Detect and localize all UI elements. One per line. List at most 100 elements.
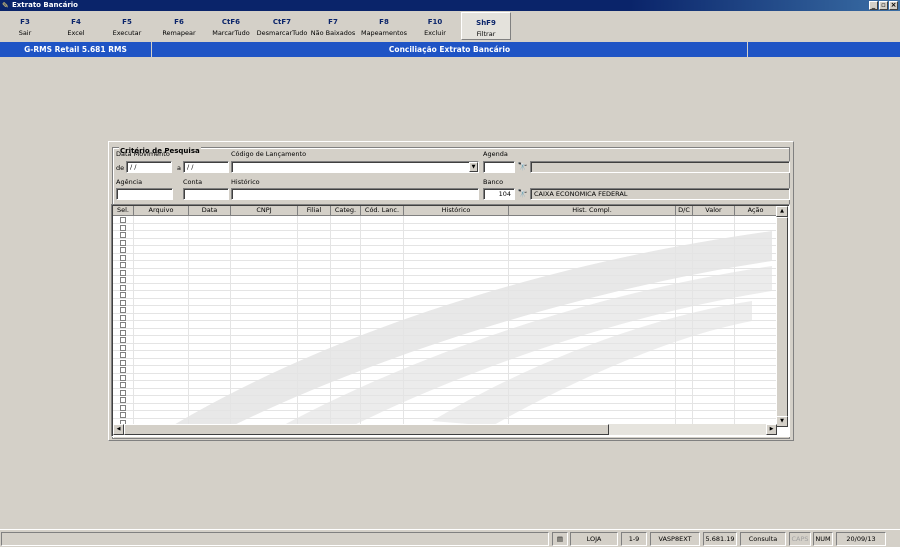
row-select-checkbox[interactable]	[120, 269, 126, 276]
col-hist-compl[interactable]: Hist. Compl.	[509, 206, 676, 216]
row-select-checkbox[interactable]	[120, 397, 126, 403]
chevron-down-icon[interactable]: ▼	[469, 162, 478, 172]
table-row[interactable]	[113, 358, 777, 366]
table-cell[interactable]	[113, 358, 134, 366]
table-row[interactable]	[113, 381, 777, 389]
table-cell[interactable]	[113, 306, 134, 314]
executar-button[interactable]: F5 Executar	[107, 12, 147, 40]
row-select-checkbox[interactable]	[120, 239, 126, 246]
table-cell[interactable]	[113, 298, 134, 306]
row-select-checkbox[interactable]	[120, 284, 126, 291]
row-select-checkbox[interactable]	[120, 262, 126, 268]
col-cod-lanc[interactable]: Cód. Lanc.	[361, 206, 404, 216]
row-select-checkbox[interactable]	[120, 389, 126, 396]
mapeamentos-button[interactable]: F8 Mapeamentos	[360, 12, 408, 40]
close-button[interactable]: ×	[889, 1, 898, 10]
table-row[interactable]	[113, 351, 777, 359]
nao-baixados-button[interactable]: F7 Não Baixados	[310, 12, 356, 40]
col-historico[interactable]: Histórico	[404, 206, 509, 216]
table-cell[interactable]	[113, 238, 134, 246]
table-cell[interactable]	[113, 351, 134, 359]
table-row[interactable]	[113, 306, 777, 314]
desmarcar-tudo-button[interactable]: CtF7 DesmarcarTudo	[256, 12, 308, 40]
table-row[interactable]	[113, 411, 777, 419]
table-row[interactable]	[113, 231, 777, 239]
table-cell[interactable]	[113, 291, 134, 299]
table-cell[interactable]	[113, 388, 134, 396]
col-dc[interactable]: D/C	[676, 206, 693, 216]
notes-icon[interactable]: ▤	[552, 532, 568, 546]
table-row[interactable]	[113, 366, 777, 374]
table-cell[interactable]	[113, 231, 134, 239]
col-categ[interactable]: Categ.	[331, 206, 361, 216]
table-row[interactable]	[113, 223, 777, 231]
table-cell[interactable]	[113, 246, 134, 254]
table-cell[interactable]	[113, 396, 134, 404]
vertical-scrollbar[interactable]: ▲ ▼	[776, 206, 788, 427]
minimize-button[interactable]: _	[869, 1, 878, 10]
table-row[interactable]	[113, 336, 777, 344]
table-row[interactable]	[113, 328, 777, 336]
agenda-input[interactable]	[483, 161, 515, 173]
table-cell[interactable]	[113, 313, 134, 321]
banco-input[interactable]: 104	[483, 188, 515, 200]
row-select-checkbox[interactable]	[120, 322, 126, 328]
date-from-input[interactable]: / /	[126, 161, 172, 173]
agencia-input[interactable]	[116, 188, 173, 200]
table-cell[interactable]	[113, 336, 134, 344]
codigo-lancamento-select[interactable]	[231, 161, 479, 173]
col-data[interactable]: Data	[189, 206, 231, 216]
table-row[interactable]	[113, 291, 777, 299]
horizontal-scroll-thumb[interactable]	[124, 424, 609, 435]
table-cell[interactable]	[113, 261, 134, 269]
table-cell[interactable]	[113, 328, 134, 336]
table-row[interactable]	[113, 283, 777, 291]
table-cell[interactable]	[113, 268, 134, 276]
table-cell[interactable]	[113, 411, 134, 419]
remapear-button[interactable]: F6 Remapear	[158, 12, 200, 40]
table-row[interactable]	[113, 268, 777, 276]
scroll-down-icon[interactable]: ▼	[776, 416, 788, 427]
date-to-input[interactable]: / /	[183, 161, 229, 173]
row-select-checkbox[interactable]	[120, 254, 126, 261]
table-row[interactable]	[113, 396, 777, 404]
table-row[interactable]	[113, 276, 777, 284]
marcar-tudo-button[interactable]: CtF6 MarcarTudo	[208, 12, 254, 40]
table-row[interactable]	[113, 298, 777, 306]
row-select-checkbox[interactable]	[120, 224, 126, 231]
vertical-scroll-thumb[interactable]	[776, 217, 788, 417]
row-select-checkbox[interactable]	[120, 352, 126, 358]
row-select-checkbox[interactable]	[120, 359, 126, 366]
row-select-checkbox[interactable]	[120, 344, 126, 351]
row-select-checkbox[interactable]	[120, 232, 126, 238]
excluir-button[interactable]: F10 Excluir	[413, 12, 457, 40]
table-cell[interactable]	[113, 403, 134, 411]
table-row[interactable]	[113, 216, 777, 224]
table-row[interactable]	[113, 388, 777, 396]
row-select-checkbox[interactable]	[120, 247, 126, 253]
table-row[interactable]	[113, 313, 777, 321]
row-select-checkbox[interactable]	[120, 314, 126, 321]
row-select-checkbox[interactable]	[120, 217, 126, 223]
banco-search-icon[interactable]: 🔭	[517, 189, 528, 199]
table-row[interactable]	[113, 373, 777, 381]
row-select-checkbox[interactable]	[120, 374, 126, 381]
agenda-search-icon[interactable]: 🔭	[517, 162, 528, 172]
table-cell[interactable]	[113, 321, 134, 329]
table-cell[interactable]	[113, 366, 134, 374]
row-select-checkbox[interactable]	[120, 412, 126, 418]
table-row[interactable]	[113, 403, 777, 411]
sair-button[interactable]: F3 Sair	[6, 12, 44, 40]
maximize-button[interactable]: ▫	[879, 1, 888, 10]
table-row[interactable]	[113, 238, 777, 246]
table-row[interactable]	[113, 253, 777, 261]
table-cell[interactable]	[113, 223, 134, 231]
row-select-checkbox[interactable]	[120, 367, 126, 373]
row-select-checkbox[interactable]	[120, 292, 126, 298]
table-cell[interactable]	[113, 343, 134, 351]
col-filial[interactable]: Filial	[298, 206, 331, 216]
historico-input[interactable]	[231, 188, 479, 200]
table-row[interactable]	[113, 321, 777, 329]
row-select-checkbox[interactable]	[120, 307, 126, 313]
horizontal-scrollbar[interactable]: ◀ ▶	[113, 424, 777, 435]
